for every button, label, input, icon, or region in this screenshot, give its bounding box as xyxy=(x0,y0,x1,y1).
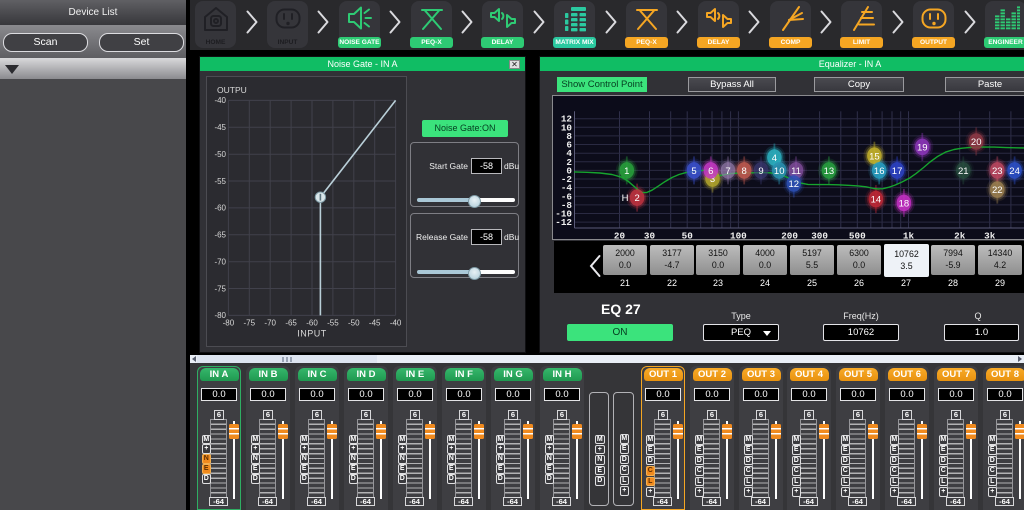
svg-text:2: 2 xyxy=(634,193,639,204)
svg-text:4: 4 xyxy=(772,153,777,164)
svg-text:-75: -75 xyxy=(214,284,226,293)
svg-text:-55: -55 xyxy=(214,177,226,186)
svg-text:5: 5 xyxy=(691,166,696,177)
svg-text:19: 19 xyxy=(917,143,928,154)
svg-text:-50: -50 xyxy=(214,150,226,159)
svg-text:-40: -40 xyxy=(390,318,402,327)
svg-text:13: 13 xyxy=(824,166,835,177)
svg-text:22: 22 xyxy=(992,185,1003,196)
svg-text:-45: -45 xyxy=(369,318,381,327)
svg-text:20: 20 xyxy=(614,231,626,240)
svg-text:20: 20 xyxy=(971,137,982,148)
svg-text:-12: -12 xyxy=(555,217,572,228)
svg-text:-50: -50 xyxy=(348,318,360,327)
svg-text:1: 1 xyxy=(624,166,629,177)
svg-text:8: 8 xyxy=(742,166,747,177)
svg-text:-65: -65 xyxy=(214,231,226,240)
svg-text:INPUT: INPUT xyxy=(297,328,327,338)
svg-text:OUTPU: OUTPU xyxy=(217,85,247,95)
svg-text:300: 300 xyxy=(811,231,828,240)
svg-text:-70: -70 xyxy=(264,318,276,327)
svg-text:21: 21 xyxy=(958,166,969,177)
svg-text:H: H xyxy=(622,193,629,204)
svg-text:15: 15 xyxy=(869,151,880,162)
svg-text:-60: -60 xyxy=(306,318,318,327)
svg-text:-45: -45 xyxy=(214,123,226,132)
svg-text:1k: 1k xyxy=(903,231,915,240)
svg-text:100: 100 xyxy=(730,231,747,240)
svg-text:-70: -70 xyxy=(214,258,226,267)
svg-text:16: 16 xyxy=(874,166,885,177)
svg-text:-65: -65 xyxy=(285,318,297,327)
svg-text:14: 14 xyxy=(871,195,882,206)
svg-text:-60: -60 xyxy=(214,204,226,213)
svg-text:2k: 2k xyxy=(954,231,966,240)
svg-text:12: 12 xyxy=(789,179,800,190)
svg-text:-55: -55 xyxy=(327,318,339,327)
svg-text:7: 7 xyxy=(725,166,730,177)
svg-text:18: 18 xyxy=(899,199,910,210)
svg-text:9: 9 xyxy=(758,166,763,177)
svg-text:23: 23 xyxy=(992,166,1003,177)
svg-text:3k: 3k xyxy=(984,231,996,240)
svg-text:6: 6 xyxy=(708,166,713,177)
svg-text:10: 10 xyxy=(774,166,785,177)
svg-text:200: 200 xyxy=(781,231,798,240)
svg-text:30: 30 xyxy=(644,231,656,240)
svg-text:24: 24 xyxy=(1009,166,1020,177)
svg-text:500: 500 xyxy=(849,231,866,240)
svg-text:17: 17 xyxy=(892,166,903,177)
svg-text:-75: -75 xyxy=(244,318,256,327)
svg-text:50: 50 xyxy=(682,231,694,240)
svg-text:-80: -80 xyxy=(214,311,226,320)
svg-text:-40: -40 xyxy=(214,96,226,105)
